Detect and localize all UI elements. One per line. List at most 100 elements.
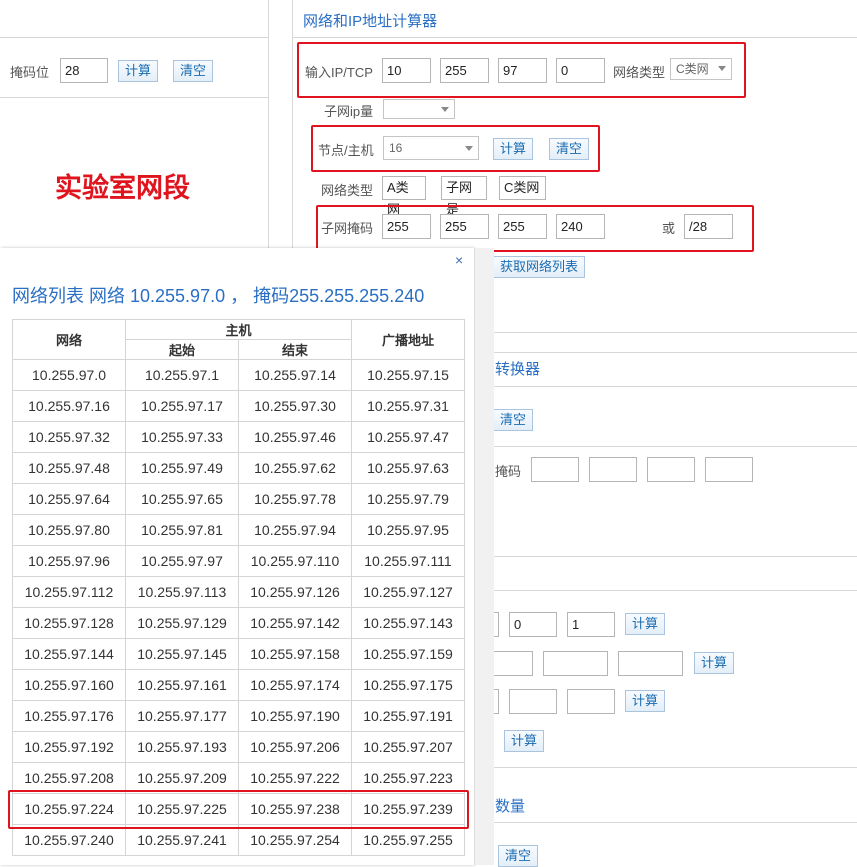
table-row: 10.255.97.160 10.255.97.161 10.255.97.174 1… [12,669,465,701]
table-cell: 10.255.97.158 [238,638,352,670]
divider [493,352,857,353]
table-cell: 10.255.97.110 [238,545,352,577]
subnet-ip-count-select[interactable] [383,99,455,119]
divider [0,97,268,98]
mask-input-2[interactable] [589,457,637,482]
table-cell: 10.255.97.175 [351,669,465,701]
range-calc-button-4[interactable]: 计算 [504,730,545,752]
table-cell: 10.255.97.207 [351,731,465,763]
table-cell: 10.255.97.46 [238,421,352,453]
table-cell: 10.255.97.209 [125,762,239,794]
class-a-box: A类网 [382,176,426,217]
divider [493,590,857,591]
range-input-2[interactable]: 0 [509,612,557,637]
chevron-down-icon [441,107,449,112]
table-row: 10.255.97.0 10.255.97.1 10.255.97.14 10.255… [12,359,465,391]
divider [493,556,857,557]
table-row: 10.255.97.176 10.255.97.177 10.255.97.190 1… [12,700,465,732]
table-cell: 10.255.97.223 [351,762,465,794]
network-list-popup: × 网络列表 网络 10.255.97.0 ， 掩码255.255.255.24… [0,248,474,865]
table-cell: 10.255.97.111 [351,545,465,577]
table-cell: 10.255.97.94 [238,514,352,546]
table-cell: 10.255.97.49 [125,452,239,484]
table-cell: 10.255.97.159 [351,638,465,670]
table-cell: 10.255.97.15 [351,359,465,391]
highlight-box-ip [297,42,746,98]
network-list-table: 网络 主机 广播地址 起始 结束 10.255.97.0 10.255.97.1 1… [12,319,465,856]
table-row: 10.255.97.128 10.255.97.129 10.255.97.142 1… [12,607,465,639]
table-cell: 10.255.97.222 [238,762,352,794]
range-calc-button-1[interactable]: 计算 [625,613,666,635]
table-cell: 10.255.97.30 [238,390,352,422]
calculator-title: 网络和IP地址计算器 [303,13,438,30]
range-input-3[interactable]: 1 [567,612,615,637]
table-cell: 10.255.97.240 [12,824,126,856]
table-cell: 10.255.97.193 [125,731,239,763]
divider [493,822,857,823]
table-cell: 10.255.97.96 [12,545,126,577]
table-cell: 10.255.97.174 [238,669,352,701]
net-type-row-label: 网络类型 [321,183,374,198]
table-cell: 10.255.97.33 [125,421,239,453]
table-cell: 10.255.97.176 [12,700,126,732]
highlight-box-mask [316,205,754,252]
table-cell: 10.255.97.161 [125,669,239,701]
popup-title: 网络列表 网络 10.255.97.0 ， 掩码255.255.255.240 [12,286,425,306]
table-cell: 10.255.97.206 [238,731,352,763]
table-cell: 10.255.97.32 [12,421,126,453]
row3-input-2[interactable] [509,689,557,714]
converter-clear-button[interactable]: 清空 [493,409,534,431]
mask-bits-input[interactable]: 28 [60,58,108,83]
table-cell: 10.255.97.63 [351,452,465,484]
calc-button[interactable]: 计算 [118,60,159,82]
table-row: 10.255.97.240 10.255.97.241 10.255.97.254 1… [12,824,465,856]
table-cell: 10.255.97.62 [238,452,352,484]
table-row: 10.255.97.48 10.255.97.49 10.255.97.62 10.2… [12,452,465,484]
converter-title: 转换器 [495,361,541,378]
table-cell: 10.255.97.241 [125,824,239,856]
table-cell: 10.255.97.145 [125,638,239,670]
table-cell: 10.255.97.81 [125,514,239,546]
table-cell: 10.255.97.14 [238,359,352,391]
divider [493,332,857,333]
col-network-header: 网络 [12,319,126,360]
table-row: 10.255.97.16 10.255.97.17 10.255.97.30 10.2… [12,390,465,422]
table-row: 10.255.97.80 10.255.97.81 10.255.97.94 10.2… [12,514,465,546]
table-cell: 10.255.97.47 [351,421,465,453]
mask-input-3[interactable] [647,457,695,482]
close-icon[interactable]: × [455,252,463,268]
popup-scrollbar[interactable] [474,248,494,865]
get-network-list-button[interactable]: 获取网络列表 [493,256,586,278]
range-calc-button-2[interactable]: 计算 [694,652,735,674]
table-cell: 10.255.97.65 [125,483,239,515]
table-row: 10.255.97.192 10.255.97.193 10.255.97.206 1… [12,731,465,763]
divider [292,37,857,38]
table-cell: 10.255.97.64 [12,483,126,515]
divider [268,0,269,248]
row2-input-3[interactable] [618,651,683,676]
table-cell: 10.255.97.112 [12,576,126,608]
table-row: 10.255.97.96 10.255.97.97 10.255.97.110 10.… [12,545,465,577]
table-cell: 10.255.97.31 [351,390,465,422]
table-cell: 10.255.97.191 [351,700,465,732]
mask-input-4[interactable] [705,457,753,482]
col-start-header: 起始 [125,339,239,360]
table-cell: 10.255.97.192 [12,731,126,763]
table-cell: 10.255.97.255 [351,824,465,856]
mask-input-1[interactable] [531,457,579,482]
table-cell: 10.255.97.144 [12,638,126,670]
clear-button[interactable]: 清空 [173,60,214,82]
row3-input-3[interactable] [567,689,615,714]
row2-input-2[interactable] [543,651,608,676]
table-cell: 10.255.97.127 [351,576,465,608]
class-c-box: C类网 [499,176,546,200]
highlight-box-hosts [311,125,600,172]
table-cell: 10.255.97.143 [351,607,465,639]
range-calc-button-3[interactable]: 计算 [625,690,666,712]
table-cell: 10.255.97.48 [12,452,126,484]
count-clear-button[interactable]: 清空 [498,845,539,867]
table-cell: 10.255.97.254 [238,824,352,856]
table-cell: 10.255.97.177 [125,700,239,732]
table-cell: 10.255.97.208 [12,762,126,794]
highlight-box-row [8,790,469,829]
